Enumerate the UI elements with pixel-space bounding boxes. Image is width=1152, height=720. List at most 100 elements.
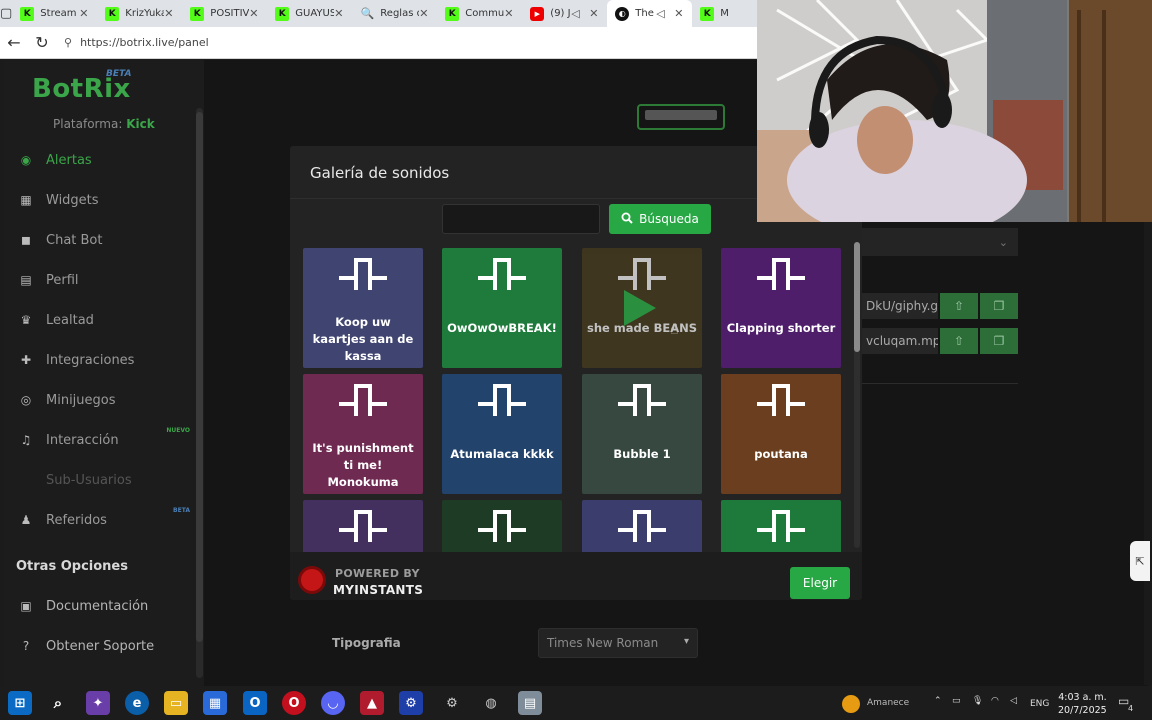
youtube-icon: ▶: [530, 6, 545, 21]
browser-tab[interactable]: ▶ (9) J ◁ ✕: [522, 0, 607, 27]
browser-tab[interactable]: K Commu ✕: [437, 0, 522, 27]
audio-playing-icon[interactable]: ◁: [656, 7, 670, 20]
upload-icon[interactable]: ⇧: [940, 328, 978, 354]
sound-card[interactable]: [721, 500, 841, 552]
browser-tab[interactable]: K KrizYuka ✕: [97, 0, 182, 27]
search-icon[interactable]: ⌕: [46, 691, 70, 715]
browser-tab[interactable]: K POSITIV ✕: [182, 0, 267, 27]
puzzle-icon: ✚: [20, 353, 32, 367]
sidebar-item-minijuegos[interactable]: ◎ Minijuegos: [18, 389, 198, 411]
sidebar-item-integraciones[interactable]: ✚ Integraciones: [18, 349, 198, 371]
sound-card-label: OwOwOwBREAK!: [447, 321, 557, 335]
discord-icon[interactable]: ◡: [321, 691, 345, 715]
sidebar-item-interacci-n[interactable]: ♫ Interacción NUEVO: [18, 427, 198, 451]
webcam-overlay: [757, 0, 1152, 222]
close-tab-icon[interactable]: ✕: [674, 7, 688, 20]
sidebar-item-documentaci-n[interactable]: ▣ Documentación: [18, 595, 198, 617]
tab-actions-icon[interactable]: ▢: [0, 0, 12, 27]
taskbar-clock[interactable]: 4:03 a. m. 20/7/2025: [1058, 691, 1107, 717]
sidebar-item-chat-bot[interactable]: ◼ Chat Bot: [18, 229, 198, 251]
sidebar-item-label: Sub-Usuarios: [46, 472, 132, 488]
url-field[interactable]: ⚲ https://botrix.live/panel: [64, 36, 209, 49]
close-tab-icon[interactable]: ✕: [249, 7, 263, 20]
close-tab-icon[interactable]: ✕: [79, 7, 93, 20]
site-info-icon[interactable]: ⚲: [64, 36, 72, 49]
sound-grid-scroll-thumb[interactable]: [854, 242, 860, 352]
sound-wave-icon: [756, 382, 806, 424]
app-icon[interactable]: ⚙: [399, 691, 423, 715]
select-button[interactable]: Elegir: [790, 567, 850, 599]
upload-icon[interactable]: ⇧: [940, 293, 978, 319]
media-app-icon[interactable]: ▲: [360, 691, 384, 715]
sidebar-item-sub-usuarios[interactable]: Sub-Usuarios: [18, 469, 198, 491]
language-indicator[interactable]: ENG: [1030, 699, 1049, 709]
sidebar-scrollbar[interactable]: [196, 108, 203, 678]
sidebar-item-alertas[interactable]: ◉ Alertas: [18, 149, 198, 171]
store-icon[interactable]: ▦: [203, 691, 227, 715]
copilot-icon[interactable]: ✦: [86, 691, 110, 715]
browser-tab[interactable]: ◐ The ◁ ✕: [607, 0, 693, 27]
browser-tab[interactable]: 🔍 Reglas d ✕: [352, 0, 437, 27]
sound-search-input[interactable]: [442, 204, 600, 234]
sidebar-item-lealtad[interactable]: ♛ Lealtad: [18, 309, 198, 331]
outlook-icon[interactable]: O: [243, 691, 267, 715]
back-arrow-icon[interactable]: ←: [0, 33, 28, 52]
windows-start-icon[interactable]: ⊞: [8, 691, 32, 715]
gallery-icon[interactable]: ❐: [980, 293, 1018, 319]
play-icon[interactable]: [624, 290, 656, 326]
sidebar-scroll-thumb[interactable]: [196, 112, 203, 642]
reload-icon[interactable]: ↻: [28, 33, 56, 52]
wifi-icon[interactable]: ◠: [991, 696, 999, 706]
browser-tab[interactable]: KM: [692, 0, 760, 27]
sidebar-item-badge: NUEVO: [166, 427, 190, 434]
chevron-up-icon[interactable]: ⌃: [934, 696, 942, 706]
side-panel-icon[interactable]: ⇱: [1130, 541, 1150, 581]
logo-beta-badge: BETA: [106, 69, 132, 79]
network-globe-icon[interactable]: ◍: [479, 691, 503, 715]
edge-browser-icon[interactable]: e: [125, 691, 149, 715]
sound-card[interactable]: Clapping shorter: [721, 248, 841, 368]
sidebar-item-referidos[interactable]: ♟ Referidos BETA: [18, 507, 198, 531]
address-bar: ← ↻ ⚲ https://botrix.live/panel: [0, 27, 760, 59]
sound-card[interactable]: Bubble 1: [582, 374, 702, 494]
close-tab-icon[interactable]: ✕: [504, 7, 518, 20]
sound-card[interactable]: Atumalaca kkkk: [442, 374, 562, 494]
sound-card[interactable]: OwOwOwBREAK!: [442, 248, 562, 368]
audio-playing-icon[interactable]: ◁: [571, 7, 585, 20]
tipografia-select[interactable]: Times New Roman ▾: [538, 628, 698, 658]
speaker-icon[interactable]: ◁: [1010, 696, 1017, 706]
close-tab-icon[interactable]: ✕: [589, 7, 603, 20]
close-tab-icon[interactable]: ✕: [164, 7, 178, 20]
gallery-icon[interactable]: ❐: [980, 328, 1018, 354]
weather-sun-icon[interactable]: [842, 695, 860, 713]
search-button[interactable]: Búsqueda: [609, 204, 711, 234]
sound-card[interactable]: [582, 500, 702, 552]
opera-icon[interactable]: O: [282, 691, 306, 715]
close-tab-icon[interactable]: ✕: [334, 7, 348, 20]
close-tab-icon[interactable]: ✕: [419, 7, 433, 20]
background-button-label: [645, 110, 717, 120]
file-explorer-icon[interactable]: ▭: [164, 691, 188, 715]
sound-card[interactable]: It's punishment ti me! Monokuma: [303, 374, 423, 494]
sound-card[interactable]: Koop uw kaartjes aan de kassa: [303, 248, 423, 368]
sound-card[interactable]: she made BEANS ☝: [582, 248, 702, 368]
weather-text[interactable]: Amanece: [867, 698, 909, 708]
browser-tab[interactable]: K GUAYUS ✕: [267, 0, 352, 27]
sound-card[interactable]: poutana: [721, 374, 841, 494]
background-select[interactable]: ⌄: [862, 228, 1018, 256]
battery-icon[interactable]: ▭: [952, 696, 961, 706]
microphone-icon[interactable]: 🎙: [972, 696, 983, 706]
settings-gear-icon[interactable]: ⚙: [440, 691, 464, 715]
sidebar-item-perfil[interactable]: ▤ Perfil: [18, 269, 198, 291]
modal-title: Galería de sonidos: [310, 164, 450, 182]
sound-card[interactable]: [442, 500, 562, 552]
browser-tab[interactable]: K Stream ✕: [12, 0, 97, 27]
background-button[interactable]: [637, 104, 725, 130]
sidebar-item-obtener-soporte[interactable]: ? Obtener Soporte: [18, 635, 198, 657]
kick-logo-icon: K: [190, 6, 205, 21]
window-app-icon[interactable]: ▤: [518, 691, 542, 715]
sound-grid-scrollbar[interactable]: [854, 242, 860, 548]
sound-card[interactable]: [303, 500, 423, 552]
sound-card-label: Koop uw kaartjes aan de kassa: [312, 315, 414, 363]
sidebar-item-widgets[interactable]: ▦ Widgets: [18, 189, 198, 211]
